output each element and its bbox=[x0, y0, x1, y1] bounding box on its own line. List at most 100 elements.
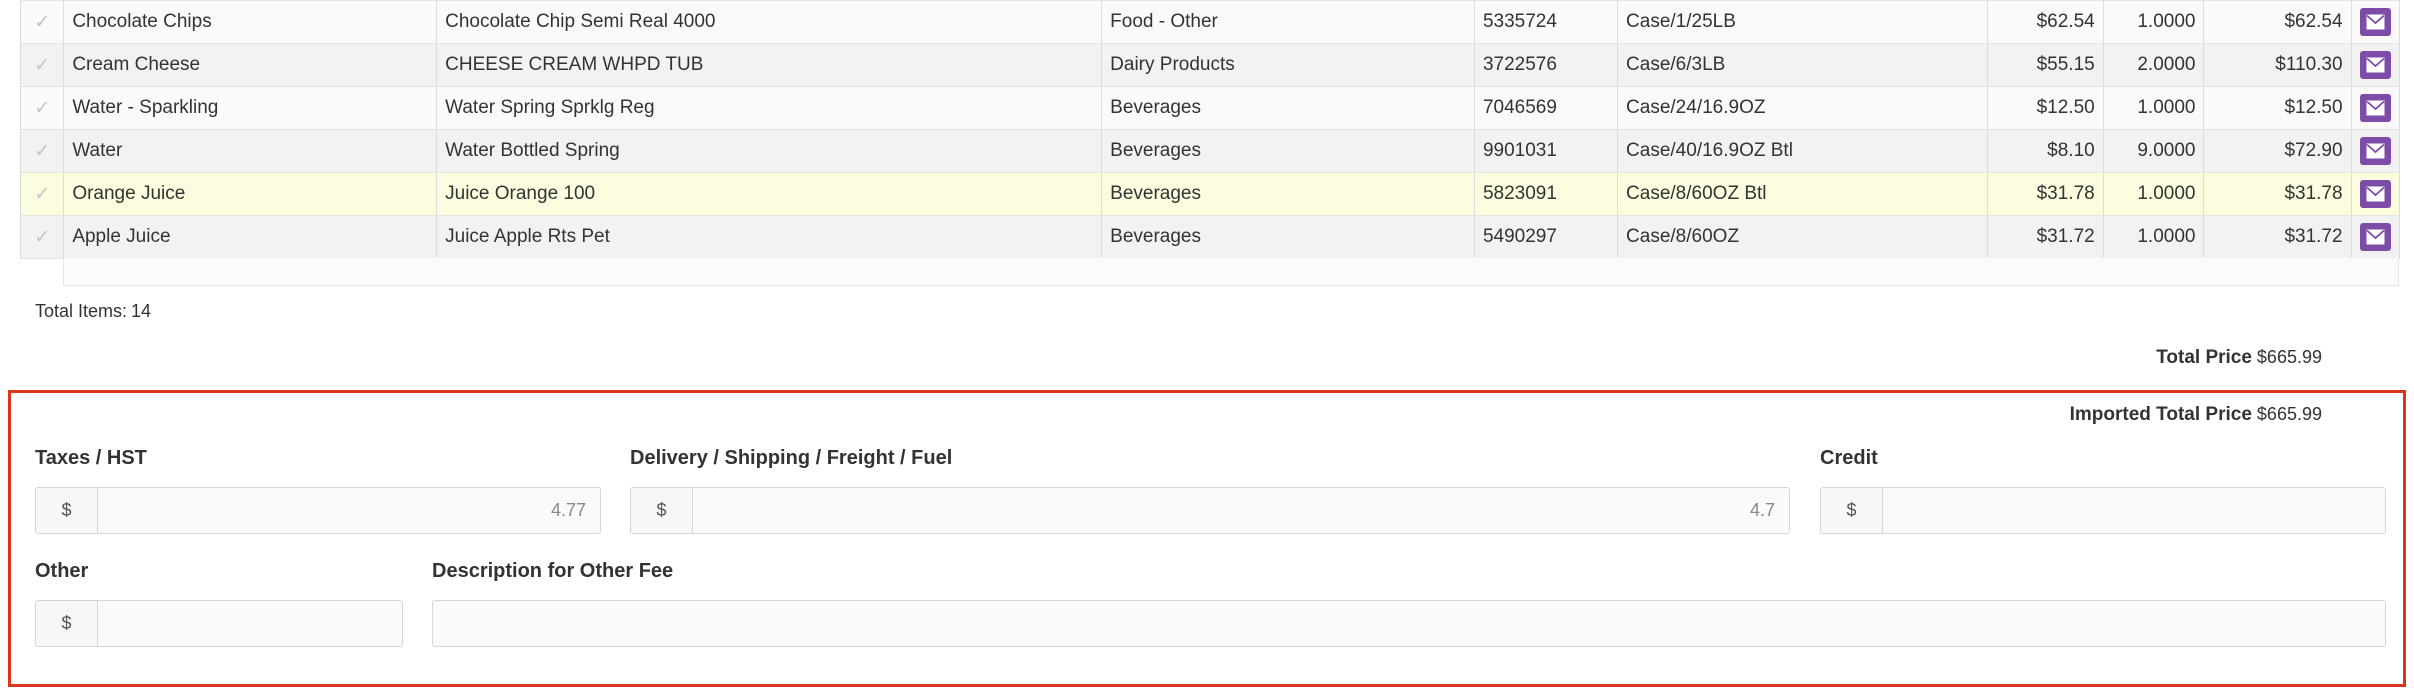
total-price-label: Total Price bbox=[2156, 347, 2252, 368]
table-row[interactable]: ✓ Orange Juice Juice Orange 100 Beverages 58… bbox=[19, 172, 2401, 216]
item-name-cell: Water - Sparkling bbox=[63, 86, 438, 130]
item-code-cell: 5823091 bbox=[1474, 172, 1619, 216]
row-action-cell bbox=[2351, 129, 2401, 173]
total-price: Total Price $665.99 bbox=[2156, 347, 2322, 369]
item-description-cell: Water Bottled Spring bbox=[436, 129, 1103, 173]
delivery-input-group: $ bbox=[630, 487, 1790, 534]
item-name-cell: Cream Cheese bbox=[63, 43, 438, 87]
item-category-cell: Dairy Products bbox=[1101, 43, 1475, 87]
currency-addon: $ bbox=[631, 488, 693, 533]
item-quantity-cell: 9.0000 bbox=[2103, 129, 2205, 173]
other-input[interactable] bbox=[98, 601, 402, 646]
item-total-cell: $31.72 bbox=[2203, 215, 2352, 259]
item-total-cell: $31.78 bbox=[2203, 172, 2352, 216]
row-action-cell bbox=[2351, 0, 2401, 44]
credit-input[interactable] bbox=[1883, 488, 2385, 533]
item-pack-size-cell: Case/1/25LB bbox=[1617, 0, 1988, 44]
table-body: ✓ Chocolate Chips Chocolate Chip Semi Real… bbox=[19, 0, 2401, 259]
total-items-label: Total Items: bbox=[35, 301, 128, 321]
item-category-cell: Beverages bbox=[1101, 215, 1475, 259]
item-category-cell: Food - Other bbox=[1101, 0, 1475, 44]
item-description-cell: Chocolate Chip Semi Real 4000 bbox=[436, 0, 1103, 44]
item-quantity-cell: 2.0000 bbox=[2103, 43, 2205, 87]
delivery-input[interactable] bbox=[693, 488, 1789, 533]
delivery-label: Delivery / Shipping / Freight / Fuel bbox=[630, 447, 953, 469]
row-check-icon[interactable]: ✓ bbox=[19, 172, 65, 216]
line-items-table-container: ✓ Chocolate Chips Chocolate Chip Semi Real… bbox=[19, 0, 2401, 259]
item-code-cell: 3722576 bbox=[1474, 43, 1619, 87]
row-check-icon[interactable]: ✓ bbox=[19, 86, 65, 130]
item-code-cell: 9901031 bbox=[1474, 129, 1619, 173]
item-unit-price-cell: $55.15 bbox=[1987, 43, 2104, 87]
taxes-input[interactable] bbox=[98, 488, 600, 533]
item-unit-price-cell: $8.10 bbox=[1987, 129, 2104, 173]
item-name-cell: Water bbox=[63, 129, 438, 173]
row-action-cell bbox=[2351, 215, 2401, 259]
total-items-value: 14 bbox=[131, 301, 152, 321]
mail-icon[interactable] bbox=[2359, 137, 2391, 165]
row-action-cell bbox=[2351, 43, 2401, 87]
row-action-cell bbox=[2351, 172, 2401, 216]
row-action-cell bbox=[2351, 86, 2401, 130]
item-name-cell: Orange Juice bbox=[63, 172, 438, 216]
table-row[interactable]: ✓ Chocolate Chips Chocolate Chip Semi Real… bbox=[19, 0, 2401, 44]
item-code-cell: 5490297 bbox=[1474, 215, 1619, 259]
row-check-icon[interactable]: ✓ bbox=[19, 129, 65, 173]
item-category-cell: Beverages bbox=[1101, 172, 1475, 216]
item-category-cell: Beverages bbox=[1101, 129, 1475, 173]
table-row[interactable]: ✓ Water Water Bottled Spring Beverages 99010… bbox=[19, 129, 2401, 173]
other-description-input[interactable] bbox=[432, 600, 2386, 647]
item-name-cell: Apple Juice bbox=[63, 215, 438, 259]
item-total-cell: $12.50 bbox=[2203, 86, 2352, 130]
horizontal-scrollbar[interactable] bbox=[63, 258, 2399, 286]
item-description-cell: CHEESE CREAM WHPD TUB bbox=[436, 43, 1103, 87]
item-quantity-cell: 1.0000 bbox=[2103, 86, 2205, 130]
item-description-cell: Juice Orange 100 bbox=[436, 172, 1103, 216]
total-items: Total Items: 14 bbox=[35, 301, 151, 322]
item-unit-price-cell: $31.72 bbox=[1987, 215, 2104, 259]
item-pack-size-cell: Case/8/60OZ bbox=[1617, 215, 1988, 259]
item-total-cell: $72.90 bbox=[2203, 129, 2352, 173]
mail-icon[interactable] bbox=[2359, 180, 2391, 208]
currency-addon: $ bbox=[36, 601, 98, 646]
item-quantity-cell: 1.0000 bbox=[2103, 172, 2205, 216]
currency-addon: $ bbox=[1821, 488, 1883, 533]
item-unit-price-cell: $12.50 bbox=[1987, 86, 2104, 130]
total-price-value: $665.99 bbox=[2256, 347, 2322, 367]
mail-icon[interactable] bbox=[2359, 223, 2391, 251]
item-pack-size-cell: Case/40/16.9OZ Btl bbox=[1617, 129, 1988, 173]
mail-icon[interactable] bbox=[2359, 94, 2391, 122]
item-code-cell: 5335724 bbox=[1474, 0, 1619, 44]
row-check-icon[interactable]: ✓ bbox=[19, 215, 65, 259]
item-unit-price-cell: $31.78 bbox=[1987, 172, 2104, 216]
item-description-cell: Water Spring Sprklg Reg bbox=[436, 86, 1103, 130]
item-code-cell: 7046569 bbox=[1474, 86, 1619, 130]
credit-label: Credit bbox=[1820, 447, 1878, 469]
additional-fees-panel: Taxes / HST $ Delivery / Shipping / Frei… bbox=[8, 390, 2406, 687]
item-total-cell: $110.30 bbox=[2203, 43, 2352, 87]
item-category-cell: Beverages bbox=[1101, 86, 1475, 130]
mail-icon[interactable] bbox=[2359, 51, 2391, 79]
table-row[interactable]: ✓ Cream Cheese CHEESE CREAM WHPD TUB Dairy … bbox=[19, 43, 2401, 87]
item-description-cell: Juice Apple Rts Pet bbox=[436, 215, 1103, 259]
mail-icon[interactable] bbox=[2359, 8, 2391, 36]
item-unit-price-cell: $62.54 bbox=[1987, 0, 2104, 44]
row-check-icon[interactable]: ✓ bbox=[19, 0, 65, 44]
item-name-cell: Chocolate Chips bbox=[63, 0, 438, 44]
item-quantity-cell: 1.0000 bbox=[2103, 0, 2205, 44]
other-input-group: $ bbox=[35, 600, 403, 647]
line-items-table: ✓ Chocolate Chips Chocolate Chip Semi Real… bbox=[19, 0, 2401, 259]
item-quantity-cell: 1.0000 bbox=[2103, 215, 2205, 259]
row-check-icon[interactable]: ✓ bbox=[19, 43, 65, 87]
item-pack-size-cell: Case/6/3LB bbox=[1617, 43, 1988, 87]
item-pack-size-cell: Case/8/60OZ Btl bbox=[1617, 172, 1988, 216]
item-total-cell: $62.54 bbox=[2203, 0, 2352, 44]
table-row[interactable]: ✓ Apple Juice Juice Apple Rts Pet Beverages… bbox=[19, 215, 2401, 259]
table-row[interactable]: ✓ Water - Sparkling Water Spring Sprklg Re… bbox=[19, 86, 2401, 130]
currency-addon: $ bbox=[36, 488, 98, 533]
other-label: Other bbox=[35, 560, 89, 582]
credit-input-group: $ bbox=[1820, 487, 2386, 534]
taxes-label: Taxes / HST bbox=[35, 447, 147, 469]
taxes-input-group: $ bbox=[35, 487, 601, 534]
other-description-label: Description for Other Fee bbox=[432, 560, 674, 582]
